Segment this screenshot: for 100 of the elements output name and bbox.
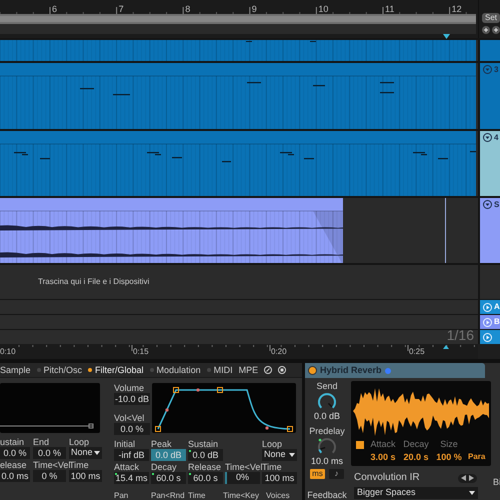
value-field[interactable]: 100 ms [262,472,297,484]
bar-number: 10 [318,3,328,16]
param-label: Peak [151,439,173,449]
value-field[interactable]: 0.0 % [33,447,66,459]
section-label: Convolution IR [354,472,420,484]
param-label: Loop [262,439,284,449]
device-tab[interactable]: Sample [0,364,31,376]
dropdown[interactable]: None [69,447,102,459]
value-field[interactable]: 100 ms [69,470,102,482]
bar-number: 12 [452,3,462,16]
grid-label: 1/16 [446,328,474,343]
return-track-header[interactable]: A [478,300,500,314]
bar-number: 8 [185,3,190,16]
param-label: Pan [114,491,130,500]
param-label: Time [262,462,283,472]
device-tab[interactable]: MIDI [206,364,233,376]
param-label: Size [440,439,458,449]
left-arrow-icon[interactable] [461,475,466,481]
right-arrow-icon[interactable] [469,475,474,481]
hot-swap-icon[interactable] [264,366,272,374]
value-field[interactable]: 0 % [33,470,66,482]
param-label: Time<Key [223,491,260,500]
time-label: 0:10 [0,346,16,358]
caret-icon[interactable] [469,491,475,495]
param-value[interactable]: 3.00 s [370,449,396,462]
return-label: B [494,316,500,328]
param-label: Attack [114,462,140,472]
track-number: S [494,200,500,209]
drop-area[interactable]: Trascina qui i File e i Dispositivi [0,265,478,299]
device-tab[interactable]: MPE [238,364,258,376]
mode-label: Para [468,452,486,462]
knob[interactable] [316,392,338,410]
dropdown[interactable]: None [262,449,297,461]
drop-hint: Trascina qui i File e i Dispositivi [38,276,150,288]
value-field[interactable]: -inf dB [114,449,149,461]
play-icon[interactable] [483,318,492,326]
play-icon[interactable] [483,302,492,312]
param-value[interactable]: 100 % [436,449,462,462]
device-title: Hybrid Reverb [320,364,382,377]
param-label: ustain [0,437,26,447]
bar-number: 9 [252,3,257,16]
param-label: Vol<Vel [114,413,146,423]
param-value[interactable]: 20.0 s [403,449,429,462]
value-slider[interactable]: 0% [225,472,260,484]
param-label: Pan<Rnd [151,491,186,500]
knob-label: Send [316,381,338,391]
knob-value: 10.0 ms [310,456,343,466]
device-tab[interactable]: Pitch/Osc [36,364,82,376]
sync-button[interactable]: ♪ [329,469,344,479]
playhead-line [445,198,447,263]
param-label: Voices [266,491,291,500]
value-field[interactable]: -10.0 dB [114,393,150,405]
sync-button[interactable]: ms [310,469,325,479]
time-label: 0:20 [271,346,287,358]
fold-icon[interactable] [483,133,492,142]
time-label: 0:25 [409,346,425,358]
param-label: End [33,437,50,447]
track-header[interactable]: S [478,198,500,263]
bar-number: 7 [118,3,124,16]
fold-icon[interactable] [483,200,492,209]
track-header[interactable]: 4 [478,131,500,196]
param-label: Decay [403,439,429,449]
value-field[interactable]: 0.0 % [114,423,150,435]
caret-icon[interactable] [289,453,295,457]
ir-dropdown[interactable]: Bigger Spaces [354,487,478,499]
track-number: 3 [494,65,498,74]
set-button[interactable]: Set [482,13,500,23]
attack-toggle[interactable] [356,441,364,449]
time-label: 0:15 [133,346,149,358]
param-label: Time [188,491,206,500]
bar-number: 11 [385,3,394,16]
plus-icon[interactable] [482,26,490,34]
knob-label: Feedback [307,490,347,500]
value-field[interactable]: 15.4 ms [114,472,149,484]
param-label: Time [69,460,90,470]
ir-stepper[interactable] [458,474,477,482]
plus-icon[interactable] [492,26,500,34]
param-label: elease [0,460,28,470]
param-label: Decay [151,462,178,472]
param-label: Release [188,462,222,472]
value-field[interactable]: 0.0 ms [0,470,30,482]
value-field[interactable]: 60.0 s [188,472,223,484]
device-tab[interactable]: Modulation [150,364,201,376]
param-label: Sustain [188,439,220,449]
device-tab[interactable]: Filter/Global [88,364,144,376]
value-field[interactable]: 60.0 s [151,472,186,484]
param-label: Volume [114,383,146,393]
param-label: Time<Vel [225,462,260,472]
power-button[interactable] [308,366,317,375]
value-field[interactable]: 0.0 % [0,447,30,459]
param-label: Attack [370,439,396,449]
param-label: Initial [114,439,136,449]
knob-value: 0.0 dB [314,411,340,421]
value-field[interactable]: 0.0 dB [188,449,223,461]
save-icon[interactable] [278,366,286,374]
knob[interactable] [316,437,338,455]
return-label: A [494,301,500,313]
track-number: 4 [494,133,498,142]
caret-icon[interactable] [94,451,100,455]
param-label: Loop [69,437,90,447]
